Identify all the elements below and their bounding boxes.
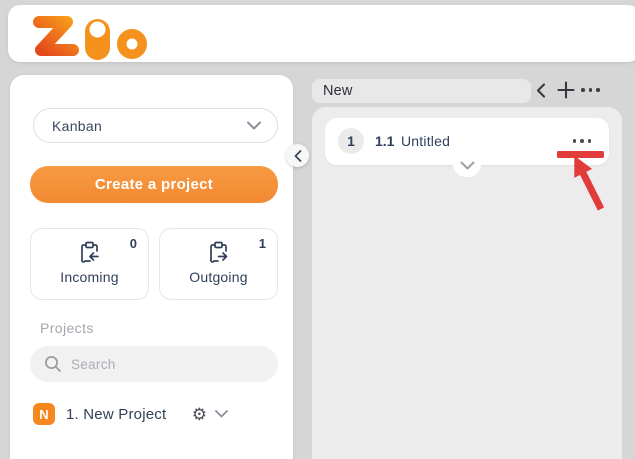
counters-row: 0 Incoming 1 Outgoing (30, 228, 278, 300)
sidebar-panel: Kanban Create a project 0 Incoming 1 (10, 75, 293, 459)
chevron-down-icon (247, 121, 261, 130)
incoming-count: 0 (130, 236, 137, 251)
incoming-label: Incoming (31, 269, 148, 285)
plus-icon (557, 81, 575, 99)
search-input[interactable] (71, 357, 278, 372)
project-chevron-down-icon[interactable] (215, 410, 228, 418)
incoming-box[interactable]: 0 Incoming (30, 228, 149, 300)
add-card-button[interactable] (557, 81, 575, 99)
column-collapse-button[interactable] (536, 83, 546, 98)
column-title-field[interactable]: New (312, 79, 531, 103)
chevron-left-icon (536, 83, 546, 98)
view-mode-select[interactable]: Kanban (33, 108, 278, 143)
card-menu-button[interactable] (573, 139, 592, 143)
search-icon (44, 355, 62, 373)
outgoing-count: 1 (259, 236, 266, 251)
column-title: New (323, 83, 353, 99)
projects-heading: Projects (40, 320, 94, 336)
view-mode-value: Kanban (52, 118, 102, 134)
card-title: Untitled (401, 133, 450, 149)
outgoing-box[interactable]: 1 Outgoing (159, 228, 278, 300)
project-name: 1. New Project (66, 406, 166, 423)
card-expand-button[interactable] (453, 164, 481, 177)
clipboard-arrow-in-icon (76, 239, 103, 266)
create-project-button[interactable]: Create a project (30, 166, 278, 203)
column-menu-button[interactable] (581, 88, 600, 92)
top-header-bar (8, 5, 635, 62)
project-list-item[interactable]: N 1. New Project ⚙ (33, 401, 228, 427)
card-code: 1.1 (375, 133, 394, 149)
sidebar-collapse-button[interactable] (286, 144, 309, 167)
clipboard-arrow-out-icon (205, 239, 232, 266)
outgoing-label: Outgoing (160, 269, 277, 285)
app-window: Kanban Create a project 0 Incoming 1 (0, 0, 635, 459)
annotation-arrow (560, 154, 612, 216)
gear-icon[interactable]: ⚙ (192, 406, 207, 423)
project-search[interactable] (30, 346, 278, 382)
project-initial-badge: N (33, 403, 55, 425)
chevron-left-icon (294, 150, 302, 162)
zio-logo (30, 11, 180, 63)
chevron-down-icon (460, 161, 475, 171)
card-number-badge: 1 (338, 128, 364, 154)
